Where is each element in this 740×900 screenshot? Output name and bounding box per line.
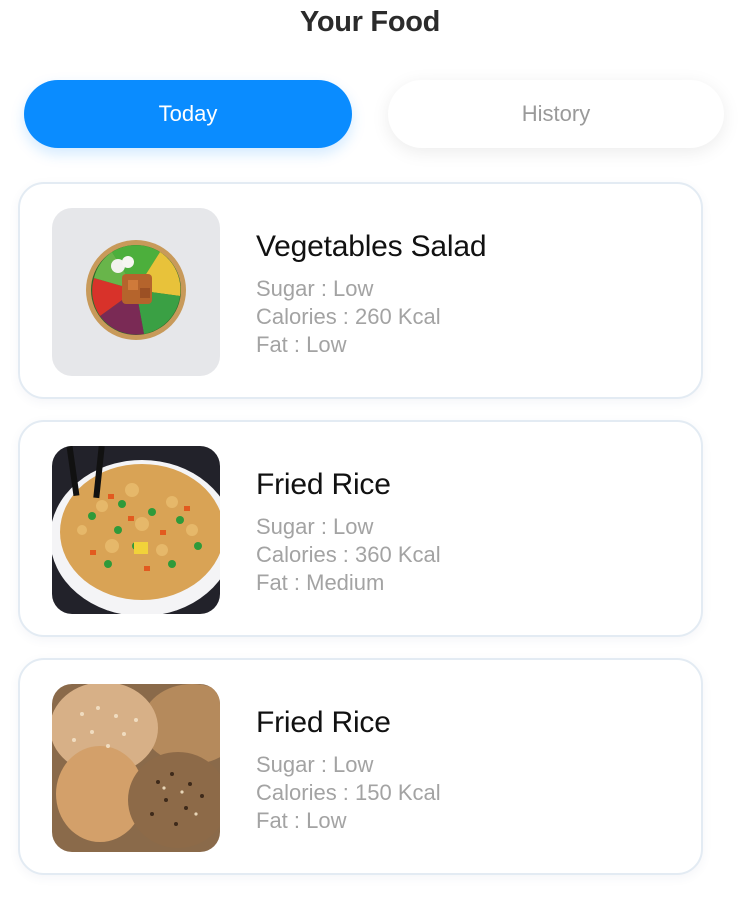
food-name: Vegetables Salad bbox=[256, 230, 487, 263]
sugar-text: Sugar : Low bbox=[256, 752, 374, 777]
tab-history[interactable]: History bbox=[388, 80, 724, 148]
salad-bowl-image bbox=[52, 208, 220, 376]
food-name: Fried Rice bbox=[256, 468, 391, 501]
calories-text: Calories : 150 Kcal bbox=[256, 780, 441, 805]
sugar-text: Sugar : Low bbox=[256, 276, 374, 301]
fat-text: Fat : Low bbox=[256, 808, 347, 833]
fat-text: Fat : Low bbox=[256, 332, 347, 357]
food-card[interactable]: Vegetables Salad Sugar : Low Calories : … bbox=[18, 182, 703, 399]
tab-today-label: Today bbox=[158, 101, 218, 126]
food-card[interactable]: Fried Rice Sugar : Low Calories : 360 Kc… bbox=[18, 420, 703, 637]
calories-text: Calories : 260 Kcal bbox=[256, 304, 441, 329]
sugar-text: Sugar : Low bbox=[256, 514, 374, 539]
page-title: Your Food bbox=[299, 6, 441, 38]
food-name: Fried Rice bbox=[256, 706, 391, 739]
fat-text: Fat : Medium bbox=[256, 570, 385, 595]
fried-rice-image bbox=[52, 446, 220, 614]
calories-text: Calories : 360 Kcal bbox=[256, 542, 441, 567]
food-card[interactable]: Fried Rice Sugar : Low Calories : 150 Kc… bbox=[18, 658, 703, 875]
bread-rolls-image bbox=[52, 684, 220, 852]
tab-history-label: History bbox=[521, 101, 591, 126]
tab-today[interactable]: Today bbox=[24, 80, 352, 148]
